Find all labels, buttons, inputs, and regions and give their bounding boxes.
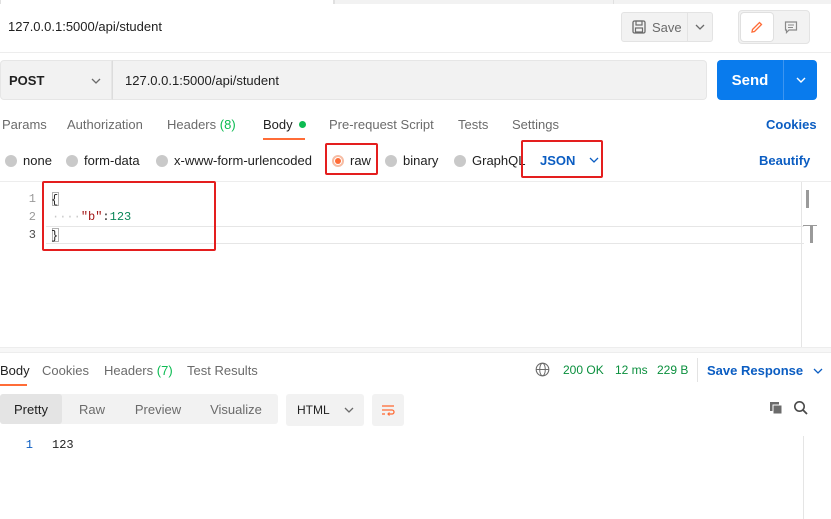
panel-resizer[interactable] — [0, 347, 831, 353]
highlight-box-json — [521, 140, 603, 178]
body-indicator-dot — [298, 121, 306, 129]
tab-tests[interactable]: Tests — [458, 117, 488, 132]
scrollbar-marker — [803, 225, 817, 226]
send-button[interactable]: Send — [717, 60, 817, 100]
response-view-segmented: Pretty Raw Preview Visualize — [0, 394, 278, 424]
edit-mode-button[interactable] — [741, 13, 773, 41]
save-button[interactable]: Save — [621, 12, 713, 42]
chevron-down-icon — [796, 77, 805, 83]
body-type-graphql[interactable]: GraphQL — [454, 153, 525, 168]
line-number: 3 — [28, 228, 36, 242]
status-code[interactable]: 200 OK — [563, 363, 604, 377]
body-type-none-label: none — [23, 153, 52, 168]
send-options-button[interactable] — [784, 60, 817, 100]
radio-icon — [66, 154, 78, 167]
cookies-link[interactable]: Cookies — [766, 117, 817, 132]
response-tab-body[interactable]: Body — [0, 363, 30, 378]
tab-headers-label: Headers — [167, 117, 217, 132]
response-tab-headers-label: Headers — [104, 363, 154, 378]
line-number: 1 — [25, 438, 33, 452]
save-label: Save — [652, 19, 682, 35]
save-response-label: Save Response — [707, 363, 804, 378]
search-icon[interactable] — [793, 400, 809, 416]
wrap-lines-icon — [382, 405, 395, 416]
response-tab-cookies[interactable]: Cookies — [42, 363, 89, 378]
radio-icon — [156, 154, 168, 167]
response-time[interactable]: 12 ms — [615, 363, 648, 377]
method-select[interactable]: POST — [0, 60, 112, 100]
radio-icon — [454, 154, 466, 167]
body-type-urlencoded-label: x-www-form-urlencoded — [174, 153, 312, 168]
body-type-binary[interactable]: binary — [385, 153, 438, 168]
response-size[interactable]: 229 B — [657, 363, 688, 377]
response-tab-headers-count: (7) — [156, 363, 173, 378]
active-tab-underline — [0, 384, 27, 386]
response-body-text: 123 — [52, 438, 74, 452]
body-type-form-data-label: form-data — [84, 153, 140, 168]
body-type-graphql-label: GraphQL — [472, 153, 526, 168]
highlight-box-raw — [325, 143, 378, 175]
scrollbar-marker — [810, 225, 813, 243]
line-number: 1 — [28, 192, 36, 206]
chevron-down-icon — [813, 368, 823, 374]
highlight-box-body — [42, 181, 216, 251]
tab-pre-request-script[interactable]: Pre-request Script — [329, 117, 434, 132]
response-format-select[interactable]: HTML — [286, 394, 364, 426]
request-title: 127.0.0.1:5000/api/student — [8, 19, 162, 34]
chevron-down-icon — [344, 407, 354, 413]
tab-strip — [0, 0, 831, 4]
response-tab-test-results[interactable]: Test Results — [187, 363, 258, 378]
view-preview[interactable]: Preview — [122, 394, 194, 424]
send-label: Send — [717, 60, 784, 100]
url-input[interactable] — [112, 60, 707, 100]
save-icon — [632, 20, 646, 34]
tab-headers-count: (8) — [219, 117, 236, 132]
response-scrollbar[interactable] — [803, 436, 804, 519]
tab-body[interactable]: Body — [263, 117, 306, 132]
editor-scrollbar[interactable] — [801, 182, 802, 347]
body-type-urlencoded[interactable]: x-www-form-urlencoded — [156, 153, 312, 168]
view-visualize[interactable]: Visualize — [194, 394, 278, 424]
copy-icon[interactable] — [768, 400, 784, 416]
tab-settings[interactable]: Settings — [512, 117, 559, 132]
divider — [697, 358, 698, 382]
tab-authorization[interactable]: Authorization — [67, 117, 143, 132]
globe-icon[interactable] — [535, 362, 550, 377]
beautify-link[interactable]: Beautify — [759, 153, 810, 168]
wrap-lines-button[interactable] — [372, 394, 404, 426]
response-tab-headers[interactable]: Headers (7) — [104, 363, 173, 378]
chevron-down-icon — [91, 78, 101, 84]
save-options-button[interactable] — [688, 24, 712, 30]
response-format-label: HTML — [297, 403, 330, 417]
documentation-button[interactable] — [776, 13, 806, 41]
active-tab-underline — [263, 138, 305, 140]
save-response-button[interactable]: Save Response — [707, 363, 823, 378]
tab-params[interactable]: Params — [2, 117, 47, 132]
tab-body-label: Body — [263, 117, 293, 132]
view-pretty[interactable]: Pretty — [0, 394, 62, 424]
scrollbar-marker — [806, 190, 809, 208]
tab-headers[interactable]: Headers (8) — [167, 117, 236, 132]
chevron-down-icon — [695, 24, 705, 30]
view-raw[interactable]: Raw — [62, 394, 122, 424]
comment-icon — [784, 21, 798, 34]
radio-icon — [385, 154, 397, 167]
body-type-form-data[interactable]: form-data — [66, 153, 140, 168]
body-type-none[interactable]: none — [5, 153, 52, 168]
pencil-icon — [751, 21, 763, 33]
radio-icon — [5, 154, 17, 167]
method-label: POST — [9, 72, 45, 88]
body-type-binary-label: binary — [403, 153, 439, 168]
line-number: 2 — [28, 210, 36, 224]
divider — [0, 52, 831, 53]
